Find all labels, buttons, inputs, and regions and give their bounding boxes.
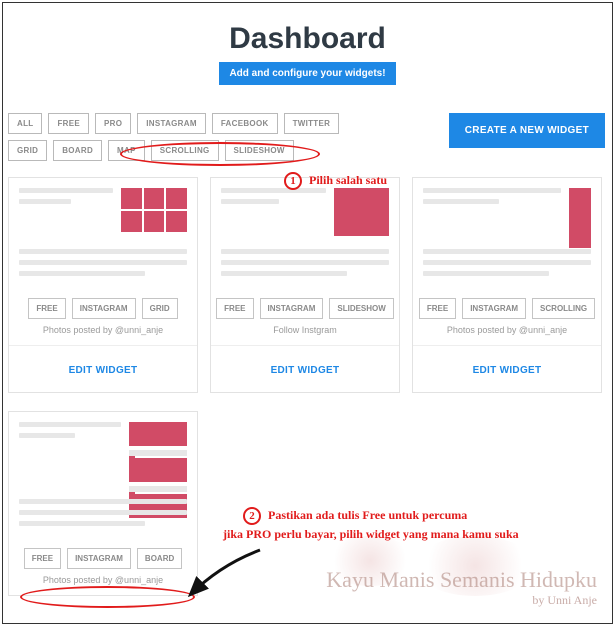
tag-free: FREE (216, 298, 253, 319)
tag-instagram: INSTAGRAM (462, 298, 526, 319)
card-footer: EDIT WIDGET (9, 345, 197, 392)
card-footer: EDIT WIDGET (413, 345, 601, 392)
filter-row-1: ALL FREE PRO INSTAGRAM FACEBOOK TWITTER (8, 113, 339, 134)
filter-scrolling[interactable]: SCROLLING (151, 140, 219, 161)
widget-caption: Photos posted by @unni_anje (9, 323, 197, 345)
tag-grid: GRID (142, 298, 178, 319)
widget-card: FREE INSTAGRAM GRID Photos posted by @un… (8, 177, 198, 393)
tag-board: BOARD (137, 548, 182, 569)
widget-preview (413, 178, 601, 290)
widget-preview (9, 178, 197, 290)
filter-map[interactable]: MAP (108, 140, 145, 161)
edit-widget-link[interactable]: EDIT WIDGET (271, 365, 340, 376)
card-footer: EDIT WIDGET (211, 345, 399, 392)
page-subtitle: Add and configure your widgets! (219, 62, 395, 85)
widget-cards: FREE INSTAGRAM GRID Photos posted by @un… (0, 161, 615, 596)
widget-tags: FREE INSTAGRAM SLIDESHOW (211, 290, 399, 323)
widget-tags: FREE INSTAGRAM BOARD (9, 540, 197, 573)
filter-slideshow[interactable]: SLIDESHOW (225, 140, 294, 161)
widget-card: FREE INSTAGRAM SCROLLING Photos posted b… (412, 177, 602, 393)
tag-instagram: INSTAGRAM (67, 548, 131, 569)
widget-caption: Follow Instgram (211, 323, 399, 345)
widget-preview (211, 178, 399, 290)
tag-free: FREE (24, 548, 61, 569)
tag-free: FREE (28, 298, 65, 319)
tag-instagram: INSTAGRAM (72, 298, 136, 319)
widget-tags: FREE INSTAGRAM SCROLLING (413, 290, 601, 323)
filter-pro[interactable]: PRO (95, 113, 131, 134)
filter-board[interactable]: BOARD (53, 140, 102, 161)
filter-grid[interactable]: GRID (8, 140, 47, 161)
tag-scrolling: SCROLLING (532, 298, 595, 319)
tag-slideshow: SLIDESHOW (329, 298, 393, 319)
toolbar: ALL FREE PRO INSTAGRAM FACEBOOK TWITTER … (0, 85, 615, 161)
widget-preview (9, 412, 197, 540)
filter-row-2: GRID BOARD MAP SCROLLING SLIDESHOW (8, 140, 339, 161)
header: Dashboard Add and configure your widgets… (0, 0, 615, 85)
tag-free: FREE (419, 298, 456, 319)
create-widget-button[interactable]: CREATE A NEW WIDGET (449, 113, 605, 148)
widget-caption: Photos posted by @unni_anje (413, 323, 601, 345)
widget-caption: Photos posted by @unni_anje (9, 573, 197, 595)
widget-tags: FREE INSTAGRAM GRID (9, 290, 197, 323)
filter-twitter[interactable]: TWITTER (284, 113, 340, 134)
filter-free[interactable]: FREE (48, 113, 89, 134)
filter-chips: ALL FREE PRO INSTAGRAM FACEBOOK TWITTER … (8, 113, 339, 161)
widget-card: FREE INSTAGRAM BOARD Photos posted by @u… (8, 411, 198, 596)
edit-widget-link[interactable]: EDIT WIDGET (69, 365, 138, 376)
tag-instagram: INSTAGRAM (260, 298, 324, 319)
widget-card: FREE INSTAGRAM SLIDESHOW Follow Instgram… (210, 177, 400, 393)
page-title: Dashboard (0, 22, 615, 56)
filter-all[interactable]: ALL (8, 113, 42, 134)
filter-instagram[interactable]: INSTAGRAM (137, 113, 206, 134)
edit-widget-link[interactable]: EDIT WIDGET (473, 365, 542, 376)
filter-facebook[interactable]: FACEBOOK (212, 113, 278, 134)
